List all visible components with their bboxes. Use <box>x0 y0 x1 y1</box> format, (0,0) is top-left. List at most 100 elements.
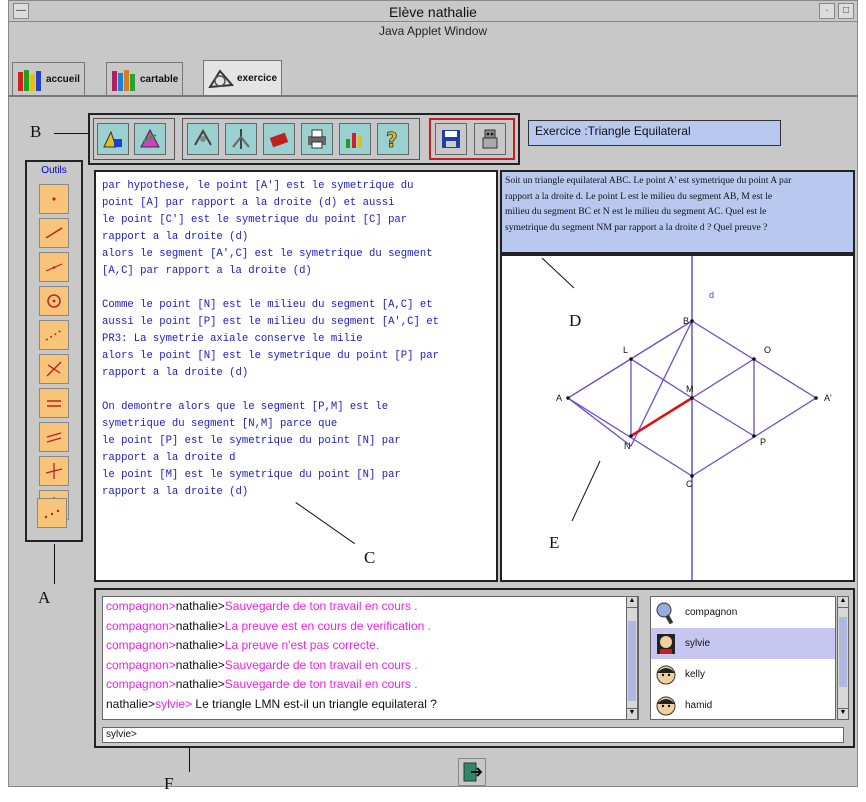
user-scroll-thumb[interactable] <box>839 617 847 687</box>
window-title: Elève nathalie <box>389 4 477 20</box>
label-l: L <box>623 345 628 355</box>
proof-editor[interactable]: par hypothese, le point [A'] est le syme… <box>94 170 498 582</box>
annotation-f-line <box>189 748 190 772</box>
applet-subtitle-bar: Java Applet Window <box>8 22 858 42</box>
annotation-b-line <box>54 133 88 134</box>
parallel-tool-icon[interactable] <box>39 388 69 418</box>
chat-message: compagnon>nathalie>Sauvegarde de ton tra… <box>106 677 418 691</box>
tab-cartable-label: cartable <box>140 74 179 85</box>
figure-style-icon[interactable] <box>134 123 166 155</box>
user-item-sylvie[interactable]: sylvie <box>651 628 835 659</box>
chat-scroll-thumb[interactable] <box>628 621 636 701</box>
chat-message: compagnon>nathalie>Sauvegarde de ton tra… <box>106 657 418 672</box>
books-icon <box>112 69 135 91</box>
segment-mo <box>691 358 755 399</box>
magnifier-robot-icon <box>656 602 674 624</box>
chat-input[interactable]: sylvie> <box>102 727 844 743</box>
chat-message: nathalie>sylvie> Le triangle LMN est-il … <box>106 696 437 711</box>
annotation-c: C <box>364 548 376 567</box>
tab-accueil-label: accueil <box>46 74 80 85</box>
user-item-kelly[interactable]: kelly <box>651 659 835 690</box>
tab-divider <box>8 95 858 97</box>
segment-tool-icon[interactable] <box>39 218 69 248</box>
user-list-scrollbar[interactable]: ▲ ▼ <box>837 596 849 720</box>
label-d: d <box>709 290 714 300</box>
label-c: C <box>686 479 693 489</box>
segment-lm <box>630 358 693 399</box>
minimize-button[interactable]: · <box>819 3 835 19</box>
geometry-figure[interactable]: d B L O A M A' N P C D E <box>502 256 853 580</box>
chat-message: compagnon>nathalie>La preuve n'est pas c… <box>106 638 380 652</box>
chat-message: compagnon>nathalie>Sauvegarde de ton tra… <box>106 599 418 613</box>
robot-icon[interactable] <box>474 123 506 155</box>
tab-cartable[interactable]: cartable <box>106 62 184 96</box>
scroll-up-icon[interactable]: ▲ <box>627 597 637 608</box>
applet-stage: — Elève nathalie · □ Java Applet Window … <box>0 0 866 802</box>
chat-scrollbar[interactable]: ▲ ▼ <box>626 596 638 720</box>
scroll-down-icon[interactable]: ▼ <box>627 708 637 719</box>
chat-messages[interactable]: compagnon>nathalie>Sauvegarde de ton tra… <box>102 596 639 720</box>
label-m: M <box>686 384 694 394</box>
user-name: compagnon <box>685 607 738 618</box>
user-item-hamid[interactable]: hamid <box>651 690 835 719</box>
eraser-icon[interactable] <box>263 123 295 155</box>
maximize-button[interactable]: □ <box>838 3 854 19</box>
svg-text:?: ? <box>386 128 398 151</box>
line-tool-icon[interactable] <box>39 252 69 282</box>
point-tool-icon[interactable] <box>39 184 69 214</box>
scroll-down-icon[interactable]: ▼ <box>838 708 848 719</box>
save-icon[interactable] <box>435 123 467 155</box>
applet-subtitle: Java Applet Window <box>378 24 488 38</box>
geometry-figure-panel[interactable]: d B L O A M A' N P C D E <box>500 254 855 582</box>
annotation-b: B <box>30 122 42 141</box>
user-name: hamid <box>685 700 713 711</box>
tab-accueil[interactable]: accueil <box>12 62 85 96</box>
exercise-statement: Soit un triangle equilateral ABC. Le poi… <box>500 170 855 254</box>
window-titlebar: — Elève nathalie · □ <box>8 0 858 22</box>
annotation-f: F <box>164 774 174 793</box>
user-name: kelly <box>685 669 706 680</box>
chat-panel: compagnon>nathalie>Sauvegarde de ton tra… <box>94 588 855 748</box>
triangle-abl <box>566 319 694 447</box>
tools-panel: Outils <box>25 160 83 542</box>
annotation-d: D <box>569 311 581 330</box>
statement-line: Soit un triangle equilateral ABC. Le poi… <box>505 175 792 186</box>
exit-door-icon <box>463 762 483 782</box>
statement-line: symetrique du segment NM par rapport a l… <box>505 221 768 233</box>
chat-message: compagnon>nathalie>La preuve est en cour… <box>106 618 431 633</box>
tools-panel-label: Outils <box>41 165 67 176</box>
statistics-icon[interactable] <box>339 123 371 155</box>
printer-icon[interactable] <box>301 123 333 155</box>
axis-symmetry-icon[interactable] <box>225 123 257 155</box>
compass-icon[interactable] <box>187 123 219 155</box>
annotation-e-line <box>571 460 601 522</box>
annotation-e: E <box>549 533 559 552</box>
segment-mp <box>691 397 755 437</box>
books-icon <box>18 69 41 91</box>
label-a-prime: A' <box>824 393 832 403</box>
annotation-a: A <box>38 588 51 607</box>
shapes-icon[interactable] <box>97 123 129 155</box>
midpoint-tool-icon[interactable] <box>37 498 67 528</box>
exit-button[interactable] <box>458 758 486 786</box>
cross-tool-icon[interactable] <box>39 456 69 486</box>
scroll-up-icon[interactable]: ▲ <box>838 597 848 608</box>
perpendicular-tool-icon[interactable] <box>39 354 69 384</box>
user-item-compagnon[interactable]: compagnon <box>651 597 835 628</box>
statement-line: milieu du segment BC et N est le milieu … <box>505 206 767 217</box>
segment-nm-highlight[interactable] <box>630 396 693 438</box>
parallel-lines-tool-icon[interactable] <box>39 422 69 452</box>
annotation-a-line <box>54 544 55 584</box>
label-p: P <box>760 437 766 447</box>
user-list[interactable]: compagnon sylvie kelly hamid <box>650 596 836 720</box>
exercise-title-box: Exercice :Triangle Equilateral <box>528 120 781 146</box>
dotted-line-tool-icon[interactable] <box>39 320 69 350</box>
circle-tool-icon[interactable] <box>39 286 69 316</box>
user-name: sylvie <box>685 638 711 649</box>
statement-line: rapport a la droite d. Le point L est le… <box>505 190 773 202</box>
help-icon[interactable]: ? <box>377 123 409 155</box>
user-avatar-icon <box>657 633 675 654</box>
tab-exercice[interactable]: exercice <box>203 60 283 96</box>
proof-text[interactable]: par hypothese, le point [A'] est le syme… <box>96 172 496 507</box>
label-a: A <box>556 393 562 403</box>
